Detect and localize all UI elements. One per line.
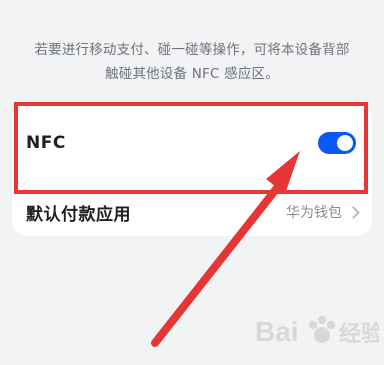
baidu-paw-icon: [308, 315, 336, 343]
watermark-text-bai: Bai: [255, 316, 299, 347]
toggle-knob: [337, 135, 353, 151]
nfc-row[interactable]: NFC: [12, 118, 372, 168]
nfc-label: NFC: [26, 133, 66, 153]
description-line-1: 若要进行移动支付、碰一碰等操作，可将本设备背部: [34, 42, 350, 58]
watermark-text-jingyan: 经验: [339, 321, 379, 347]
settings-card: NFC 默认付款应用 华为钱包: [12, 104, 372, 236]
nfc-toggle[interactable]: [318, 132, 356, 154]
default-payment-value: 华为钱包: [286, 205, 342, 221]
default-payment-label: 默认付款应用: [26, 204, 131, 225]
watermark: Bai 经验: [255, 315, 379, 347]
default-payment-row[interactable]: 默认付款应用 华为钱包: [12, 192, 372, 232]
chevron-right-icon: [347, 206, 360, 219]
default-payment-value-wrap: 华为钱包: [286, 202, 360, 222]
nfc-description: 若要进行移动支付、碰一碰等操作，可将本设备背部 触碰其他设备 NFC 感应区。: [18, 38, 366, 86]
description-line-2: 触碰其他设备 NFC 感应区。: [105, 66, 279, 82]
